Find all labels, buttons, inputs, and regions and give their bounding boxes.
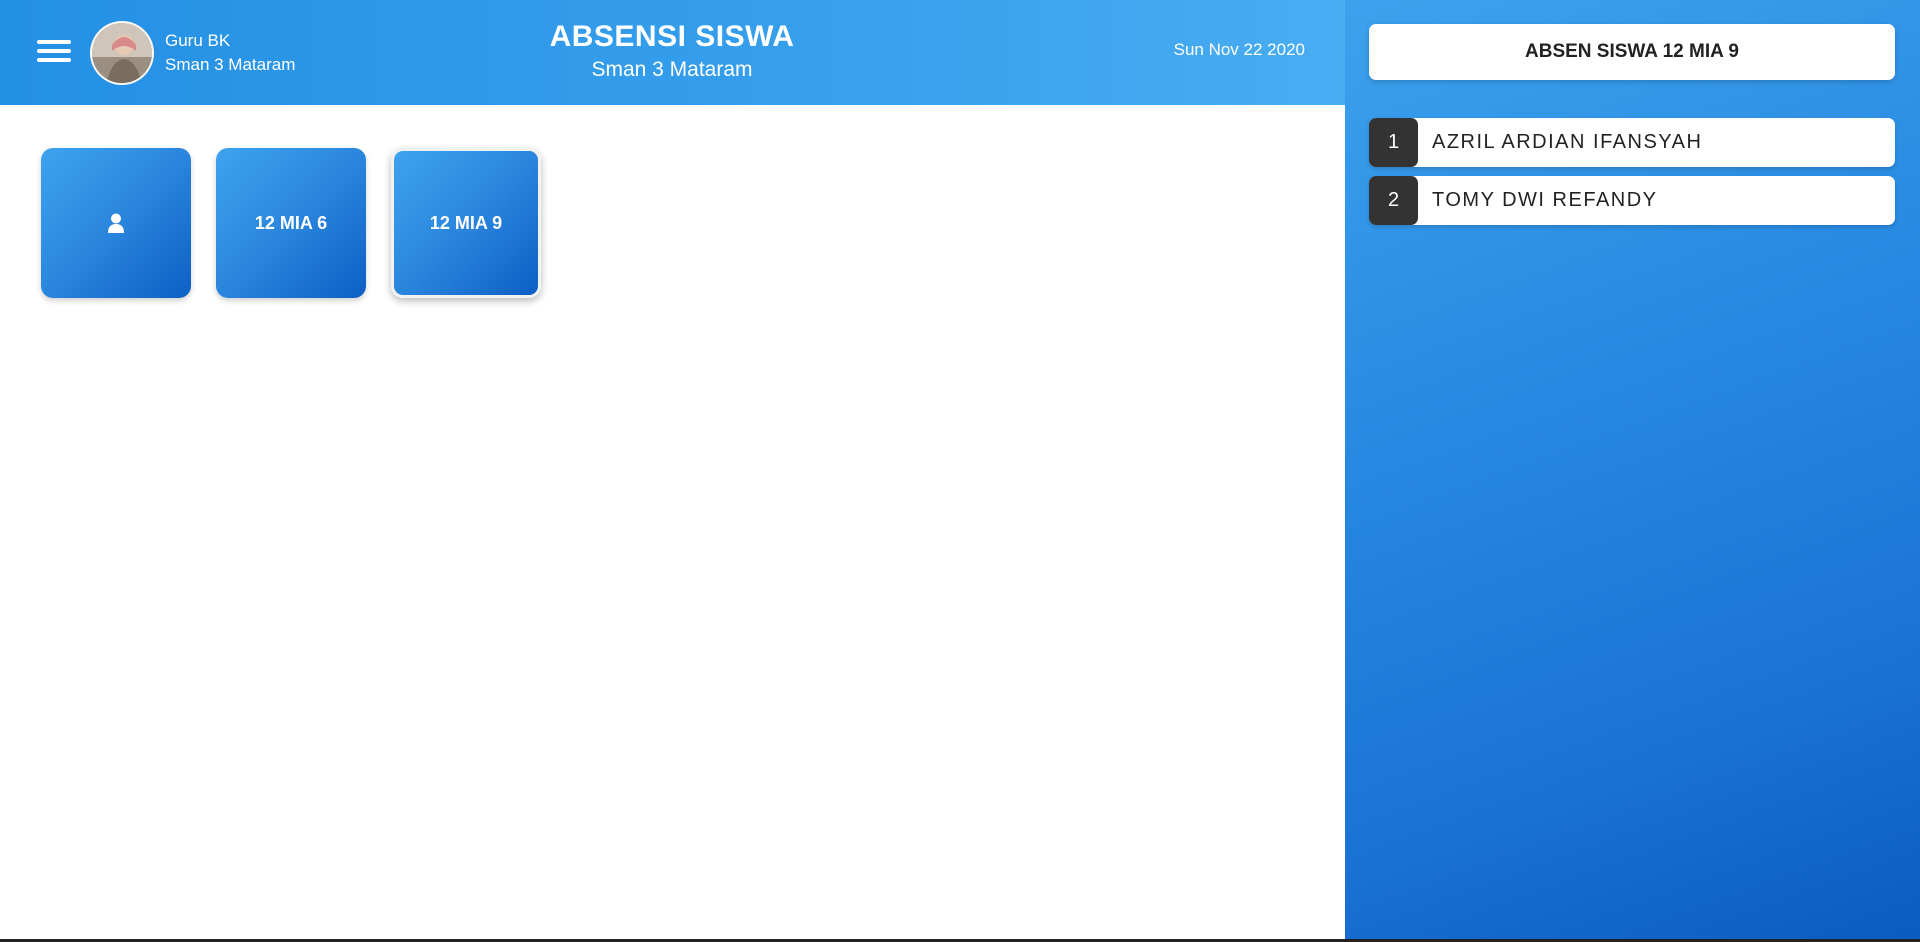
page-subtitle: Sman 3 Mataram bbox=[591, 58, 753, 81]
main-area: Guru BK Sman 3 Mataram ABSENSI SISWA Sma… bbox=[0, 0, 1345, 942]
user-role: Guru BK bbox=[165, 31, 231, 50]
tile-class-12-mia-9[interactable]: 12 MIA 9 bbox=[391, 148, 541, 298]
page-title-block: ABSENSI SISWA Sman 3 Mataram bbox=[472, 18, 872, 84]
hamburger-menu-icon[interactable] bbox=[37, 40, 71, 64]
student-number-badge: 2 bbox=[1369, 176, 1418, 225]
page-title: ABSENSI SISWA bbox=[549, 20, 795, 53]
student-row[interactable]: 2 TOMY DWI REFANDY bbox=[1369, 176, 1895, 225]
student-number-badge: 1 bbox=[1369, 118, 1418, 167]
student-list: 1 AZRIL ARDIAN IFANSYAH 2 TOMY DWI REFAN… bbox=[1369, 118, 1895, 234]
user-info: Guru BK Sman 3 Mataram bbox=[165, 29, 295, 77]
tile-label: 12 MIA 9 bbox=[429, 212, 503, 233]
app: Guru BK Sman 3 Mataram ABSENSI SISWA Sma… bbox=[0, 0, 1920, 942]
tile-label: 12 MIA 6 bbox=[254, 212, 328, 233]
top-header: Guru BK Sman 3 Mataram ABSENSI SISWA Sma… bbox=[0, 0, 1345, 105]
current-date: Sun Nov 22 2020 bbox=[1173, 40, 1305, 59]
attendance-panel-title: ABSEN SISWA 12 MIA 9 bbox=[1369, 24, 1895, 80]
user-school: Sman 3 Mataram bbox=[165, 55, 296, 74]
tile-user[interactable] bbox=[41, 148, 191, 298]
student-row[interactable]: 1 AZRIL ARDIAN IFANSYAH bbox=[1369, 118, 1895, 167]
avatar[interactable] bbox=[90, 21, 154, 85]
student-name: TOMY DWI REFANDY bbox=[1432, 189, 1658, 211]
user-icon bbox=[108, 213, 124, 233]
student-name: AZRIL ARDIAN IFANSYAH bbox=[1432, 131, 1703, 153]
attendance-panel: ABSEN SISWA 12 MIA 9 1 AZRIL ARDIAN IFAN… bbox=[1345, 0, 1920, 942]
tile-class-12-mia-6[interactable]: 12 MIA 6 bbox=[216, 148, 366, 298]
avatar-photo bbox=[92, 23, 152, 83]
class-tiles: 12 MIA 6 12 MIA 9 bbox=[41, 148, 541, 298]
